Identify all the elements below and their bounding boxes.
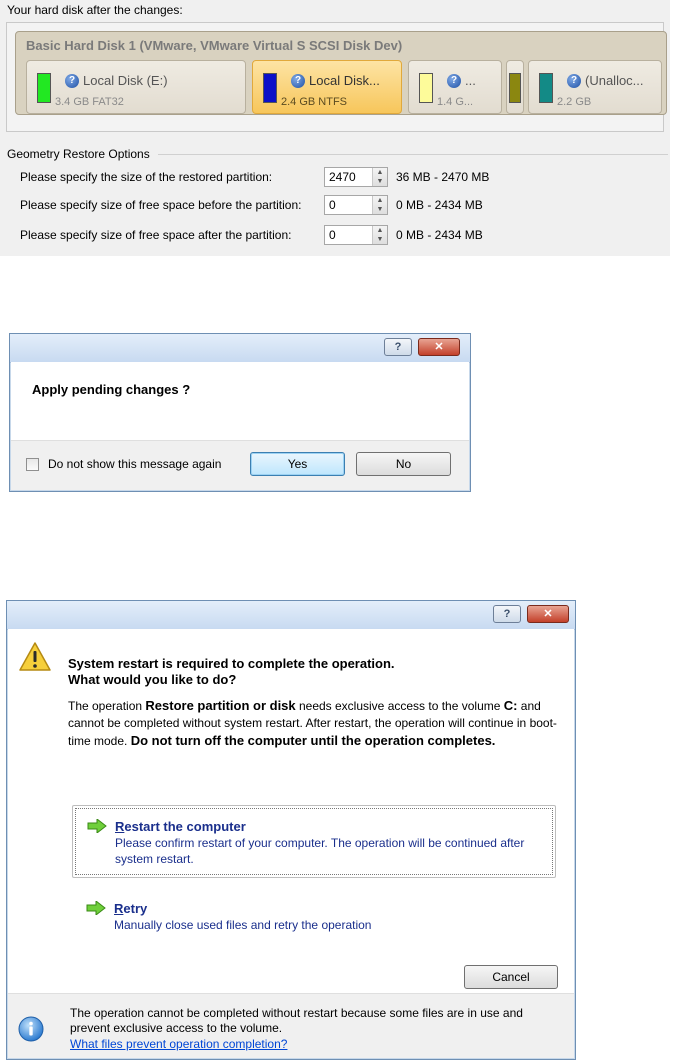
partition-local-disk-e[interactable]: ? Local Disk (E:) 3.4 GB FAT32 — [26, 60, 246, 114]
partition-small[interactable] — [506, 60, 524, 114]
operation-name: Restore partition or disk — [145, 698, 296, 713]
dialog-content: Apply pending changes ? — [11, 362, 469, 440]
spin-arrows-icon[interactable]: ▲ ▼ — [372, 226, 387, 244]
partition-info: 2.4 GB NTFS — [281, 96, 348, 108]
info-icon — [18, 1016, 44, 1042]
dialog-title-line2: What would you like to do? — [68, 672, 237, 687]
partition-info: 3.4 GB FAT32 — [55, 96, 124, 108]
partition-color-swatch — [539, 73, 553, 103]
yes-button[interactable]: Yes — [250, 452, 345, 476]
partition-third[interactable]: ? ... 1.4 G... — [408, 60, 502, 114]
partition-info: 2.2 GB — [557, 96, 592, 108]
free-space-after-range: 0 MB - 2434 MB — [396, 228, 483, 242]
partition-color-swatch — [37, 73, 51, 103]
restored-size-label: Please specify the size of the restored … — [20, 170, 273, 184]
desc-text: The operation — [68, 699, 146, 713]
green-arrow-icon — [86, 901, 106, 915]
panel-heading: Your hard disk after the changes: — [7, 3, 183, 17]
dialog-footer: The operation cannot be completed withou… — [8, 993, 574, 1058]
retry-command-title: Retry — [114, 901, 148, 916]
files-prevent-completion-link[interactable]: What files prevent operation completion? — [70, 1037, 287, 1051]
partition-local-disk-selected[interactable]: ? Local Disk... 2.4 GB NTFS — [252, 60, 402, 114]
free-space-before-stepper[interactable]: 0 ▲ ▼ — [324, 195, 388, 215]
spin-arrows-icon[interactable]: ▲ ▼ — [372, 196, 387, 214]
dont-show-again-label[interactable]: Do not show this message again — [48, 457, 221, 471]
restored-size-range: 36 MB - 2470 MB — [396, 170, 490, 184]
desc-text: needs exclusive access to the volume — [295, 699, 504, 713]
question-icon: ? — [291, 74, 305, 88]
partition-name: Local Disk (E:) — [83, 73, 168, 88]
restored-size-row: Please specify the size of the restored … — [20, 166, 660, 188]
disk-title: Basic Hard Disk 1 (VMware, VMware Virtua… — [26, 38, 403, 53]
close-button[interactable]: ✕ — [418, 338, 460, 356]
help-button[interactable]: ? — [493, 605, 521, 623]
partition-name: (Unalloc... — [585, 73, 644, 88]
partition-unallocated[interactable]: ? (Unalloc... 2.2 GB — [528, 60, 662, 114]
partition-color-swatch — [509, 73, 521, 103]
dont-show-again-checkbox[interactable] — [26, 458, 39, 471]
warning-note: Do not turn off the computer until the o… — [130, 733, 496, 748]
partition-color-swatch — [263, 73, 277, 103]
free-space-before-label: Please specify size of free space before… — [20, 198, 302, 212]
restart-computer-command[interactable]: Restart the computer Please confirm rest… — [72, 805, 556, 878]
free-space-before-row: Please specify size of free space before… — [20, 194, 660, 216]
geometry-options-heading: Geometry Restore Options — [7, 147, 150, 161]
green-arrow-icon — [87, 819, 107, 833]
free-space-after-row: Please specify size of free space after … — [20, 224, 660, 246]
warning-icon — [19, 642, 51, 671]
partition-color-swatch — [419, 73, 433, 103]
partition-name: Local Disk... — [309, 73, 380, 88]
stepper-value: 2470 — [329, 170, 356, 184]
title-bar: ? ✕ — [7, 601, 575, 630]
restart-required-dialog: ? ✕ System restart is required to comple… — [6, 600, 576, 1060]
free-space-before-range: 0 MB - 2434 MB — [396, 198, 483, 212]
operation-description: The operation Restore partition or disk … — [68, 697, 558, 750]
apply-changes-dialog: ? ✕ Apply pending changes ? Do not show … — [9, 333, 471, 492]
help-button[interactable]: ? — [384, 338, 412, 356]
partition-info: 1.4 G... — [437, 96, 474, 108]
retry-command-description: Manually close used files and retry the … — [114, 918, 372, 932]
dialog-message: Apply pending changes ? — [32, 382, 191, 397]
question-icon: ? — [65, 74, 79, 88]
restart-command-title: Restart the computer — [115, 819, 246, 834]
spin-arrows-icon[interactable]: ▲ ▼ — [372, 168, 387, 186]
dialog-title: System restart is required to complete t… — [68, 656, 395, 688]
free-space-after-stepper[interactable]: 0 ▲ ▼ — [324, 225, 388, 245]
close-button[interactable]: ✕ — [527, 605, 569, 623]
disk-layout-panel: Your hard disk after the changes: Basic … — [0, 0, 670, 256]
footer-explanation: The operation cannot be completed withou… — [70, 1006, 523, 1035]
retry-command[interactable]: Retry Manually close used files and retr… — [72, 889, 556, 949]
volume-name: C: — [503, 698, 518, 713]
cancel-button[interactable]: Cancel — [464, 965, 558, 989]
separator-line — [158, 154, 668, 155]
title-bar: ? ✕ — [10, 334, 470, 363]
restored-size-stepper[interactable]: 2470 ▲ ▼ — [324, 167, 388, 187]
free-space-after-label: Please specify size of free space after … — [20, 228, 292, 242]
question-icon: ? — [447, 74, 461, 88]
dialog-footer: Do not show this message again Yes No — [11, 440, 469, 490]
stepper-value: 0 — [329, 228, 336, 242]
disk-map: Basic Hard Disk 1 (VMware, VMware Virtua… — [15, 31, 667, 115]
no-button[interactable]: No — [356, 452, 451, 476]
dialog-body: System restart is required to complete t… — [8, 629, 574, 993]
question-icon: ? — [567, 74, 581, 88]
dialog-title-line1: System restart is required to complete t… — [68, 656, 395, 671]
stepper-value: 0 — [329, 198, 336, 212]
disk-map-container: Basic Hard Disk 1 (VMware, VMware Virtua… — [6, 22, 667, 132]
restart-command-description: Please confirm restart of your computer.… — [115, 836, 525, 866]
partition-name: ... — [465, 73, 476, 88]
